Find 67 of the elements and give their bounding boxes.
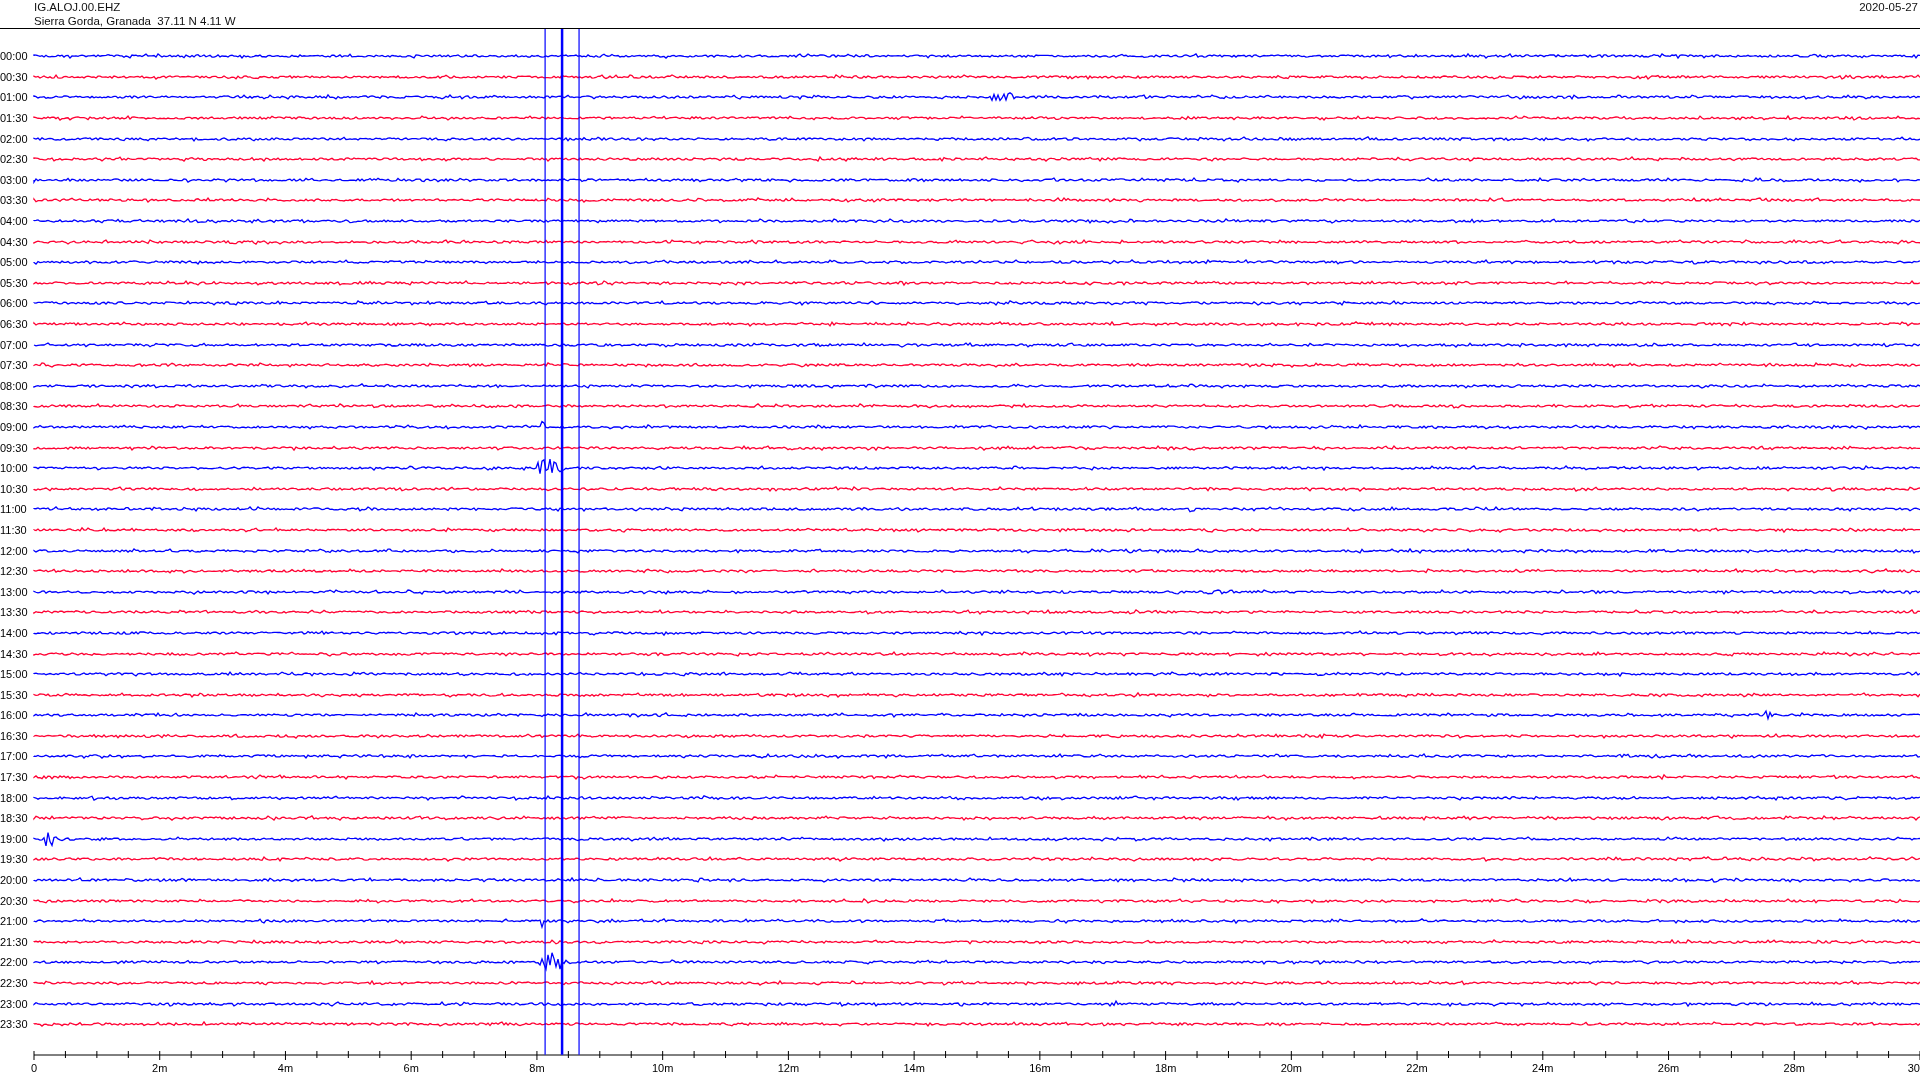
trace-time-label: 01:30: [0, 112, 29, 125]
trace-time-label: 15:30: [0, 688, 29, 701]
trace-time-label: 17:00: [0, 750, 29, 763]
axis-tick-label: 2m: [152, 1061, 168, 1074]
axis-tick-label: 22m: [1406, 1061, 1428, 1074]
trace-time-label: 12:30: [0, 565, 29, 578]
trace-time-label: 23:30: [0, 1018, 29, 1031]
axis-tick-label: 24m: [1532, 1061, 1554, 1074]
axis-tick-label: 4m: [277, 1061, 294, 1074]
trace-time-label: 08:30: [0, 400, 29, 413]
trace-time-label: 05:00: [0, 256, 29, 269]
trace-time-label: 17:30: [0, 771, 29, 784]
trace-time-label: 21:00: [0, 915, 29, 928]
axis-tick-label: 30: [1907, 1061, 1920, 1074]
trace-time-label: 20:00: [0, 874, 29, 887]
axis-tick-label: 26m: [1657, 1061, 1680, 1074]
axis-tick-label: 16m: [1029, 1061, 1051, 1074]
trace-time-label: 14:30: [0, 647, 29, 660]
trace-time-label: 03:00: [0, 173, 29, 186]
trace-time-label: 12:00: [0, 544, 29, 557]
trace-time-label: 09:30: [0, 441, 29, 454]
trace-time-label: 05:30: [0, 276, 29, 289]
axis-tick-label: 28m: [1783, 1061, 1805, 1074]
trace-time-label: 01:00: [0, 91, 29, 104]
axis-tick-label: 12m: [777, 1061, 800, 1074]
trace-time-label: 02:30: [0, 153, 29, 166]
axis-tick-label: 18m: [1154, 1061, 1177, 1074]
trace-time-label: 11:30: [0, 523, 28, 536]
trace-time-label: 21:30: [0, 935, 29, 948]
trace-time-label: 18:00: [0, 791, 29, 804]
trace-time-label: 22:30: [0, 977, 29, 989]
trace-time-label: 08:00: [0, 379, 29, 392]
trace-time-label: 07:00: [0, 338, 29, 351]
trace-time-label: 16:00: [0, 709, 29, 722]
trace-time-label: 18:30: [0, 812, 29, 825]
axis-tick-label: 20m: [1280, 1061, 1303, 1074]
trace-time-label: 22:00: [0, 956, 29, 969]
trace-time-label: 07:30: [0, 359, 29, 372]
trace-time-label: 09:00: [0, 421, 29, 433]
trace-time-label: 10:00: [0, 462, 29, 475]
trace-time-label: 13:30: [0, 606, 29, 619]
station-code: IG.ALOJ.00.EHZ: [34, 0, 122, 14]
trace-time-label: 04:30: [0, 235, 29, 248]
trace-time-label: 00:30: [0, 70, 29, 83]
trace-time-label: 19:00: [0, 832, 29, 845]
trace-time-label: 04:00: [0, 215, 29, 228]
station-location: Sierra Gorda, Granada 37.11 N 4.11 W: [34, 14, 236, 28]
trace-time-label: 03:30: [0, 194, 29, 207]
trace-time-label: 20:30: [0, 894, 29, 907]
trace-time-label: 02:00: [0, 132, 29, 145]
trace-time-label: 16:30: [0, 729, 29, 742]
trace-time-label: 14:00: [0, 626, 29, 639]
trace-time-label: 06:30: [0, 318, 29, 330]
axis-tick-label: 8m: [529, 1061, 545, 1074]
trace-time-label: 15:00: [0, 668, 29, 681]
trace-time-label: 13:00: [0, 585, 29, 598]
trace-time-label: 11:00: [0, 503, 28, 516]
axis-tick-label: 6m: [403, 1061, 419, 1074]
axis-tick-label: 14m: [903, 1061, 925, 1074]
axis-tick-label: 0: [31, 1061, 38, 1074]
trace-time-label: 10:30: [0, 482, 29, 495]
trace-time-label: 23:00: [0, 997, 29, 1010]
trace-time-label: 19:30: [0, 853, 29, 866]
trace-time-label: 06:00: [0, 297, 29, 310]
trace-time-label: 00:00: [0, 50, 29, 63]
record-date: 2020-05-27: [1859, 0, 1918, 14]
axis-tick-label: 10m: [651, 1061, 674, 1074]
